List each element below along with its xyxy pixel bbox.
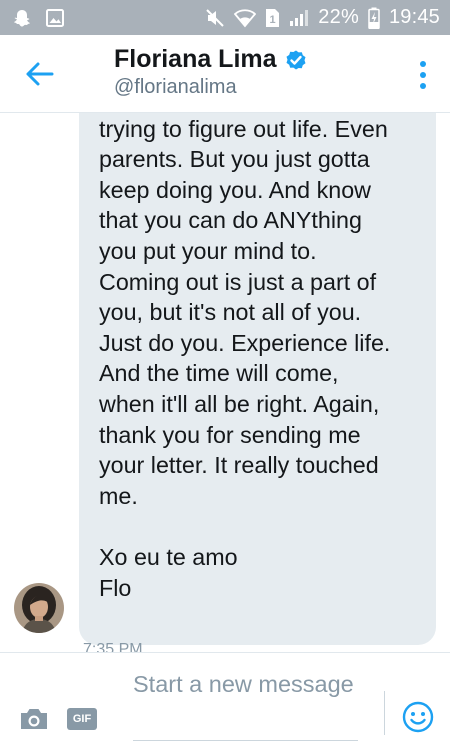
contact-handle: @florianalima bbox=[114, 76, 237, 98]
camera-button[interactable] bbox=[19, 707, 49, 731]
message-bubble[interactable]: perfect. Everyone is just trying to figu… bbox=[79, 113, 436, 645]
back-arrow-icon bbox=[26, 62, 54, 86]
camera-icon bbox=[21, 709, 47, 729]
mute-icon bbox=[205, 8, 225, 28]
sim-icon: 1 bbox=[265, 8, 280, 28]
contact-name: Floriana Lima bbox=[114, 45, 277, 73]
avatar[interactable] bbox=[14, 583, 64, 633]
snapchat-icon bbox=[12, 8, 32, 28]
profile-title[interactable]: Floriana Lima @florianalima bbox=[114, 45, 308, 99]
status-bar: 1 22% 19:45 bbox=[0, 0, 450, 35]
wifi-icon bbox=[234, 8, 257, 28]
gif-button[interactable]: GIF bbox=[67, 708, 97, 730]
message-timestamp: 7:35 PM bbox=[83, 641, 143, 652]
message-composer: GIF Start a new message bbox=[0, 652, 450, 750]
more-vertical-icon bbox=[420, 61, 426, 89]
message-input[interactable]: Start a new message bbox=[133, 669, 358, 741]
clock: 19:45 bbox=[388, 6, 440, 28]
emoji-button[interactable] bbox=[402, 701, 434, 733]
sim-label: 1 bbox=[270, 14, 276, 26]
battery-charging-icon bbox=[368, 7, 380, 29]
emoji-icon bbox=[402, 701, 434, 733]
gallery-icon bbox=[46, 8, 64, 27]
message-list[interactable]: perfect. Everyone is just trying to figu… bbox=[0, 113, 450, 652]
verified-icon bbox=[286, 50, 306, 69]
back-button[interactable] bbox=[22, 57, 56, 91]
more-options-button[interactable] bbox=[418, 59, 428, 91]
battery-percent: 22% bbox=[318, 6, 359, 28]
composer-divider bbox=[384, 691, 385, 735]
signal-icon bbox=[289, 9, 309, 27]
conversation-header: Floriana Lima @florianalima bbox=[0, 35, 450, 113]
gif-icon: GIF bbox=[72, 713, 92, 725]
